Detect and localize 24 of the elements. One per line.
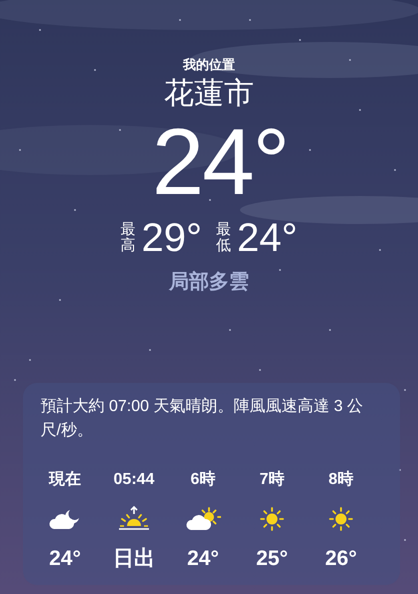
hour-label: 7時 xyxy=(260,470,284,490)
sunrise-icon xyxy=(118,506,150,532)
sun-icon xyxy=(328,506,354,532)
weather-condition: 局部多雲 xyxy=(169,270,249,295)
forecast-summary: 預計大約 07:00 天氣晴朗。陣風風速高達 3 公尺/秒。 xyxy=(40,396,364,441)
hour-label: 現在 xyxy=(49,470,81,490)
hour-label: 05:44 xyxy=(114,470,154,490)
hour-temperature: 26° xyxy=(325,546,357,572)
cloud-moon-icon xyxy=(48,508,82,530)
high-label: 最高 xyxy=(120,222,136,254)
hour-temperature: 24° xyxy=(49,546,81,572)
low-label: 最低 xyxy=(216,222,231,254)
hour-temperature: 25° xyxy=(256,546,288,572)
hour-temperature: 日出 xyxy=(113,546,155,572)
low-temperature: 24° xyxy=(237,216,298,260)
current-temperature: 24° xyxy=(150,112,288,212)
hour-label: 8時 xyxy=(328,470,354,490)
high-temperature: 29° xyxy=(142,216,202,260)
cloud-sun-icon xyxy=(185,507,221,531)
hour-label: 6時 xyxy=(190,470,216,490)
sun-icon xyxy=(259,506,285,532)
city-name: 花蓮市 xyxy=(164,76,254,112)
location-caption: 我的位置 xyxy=(183,56,235,74)
hour-temperature: 24° xyxy=(187,546,219,572)
